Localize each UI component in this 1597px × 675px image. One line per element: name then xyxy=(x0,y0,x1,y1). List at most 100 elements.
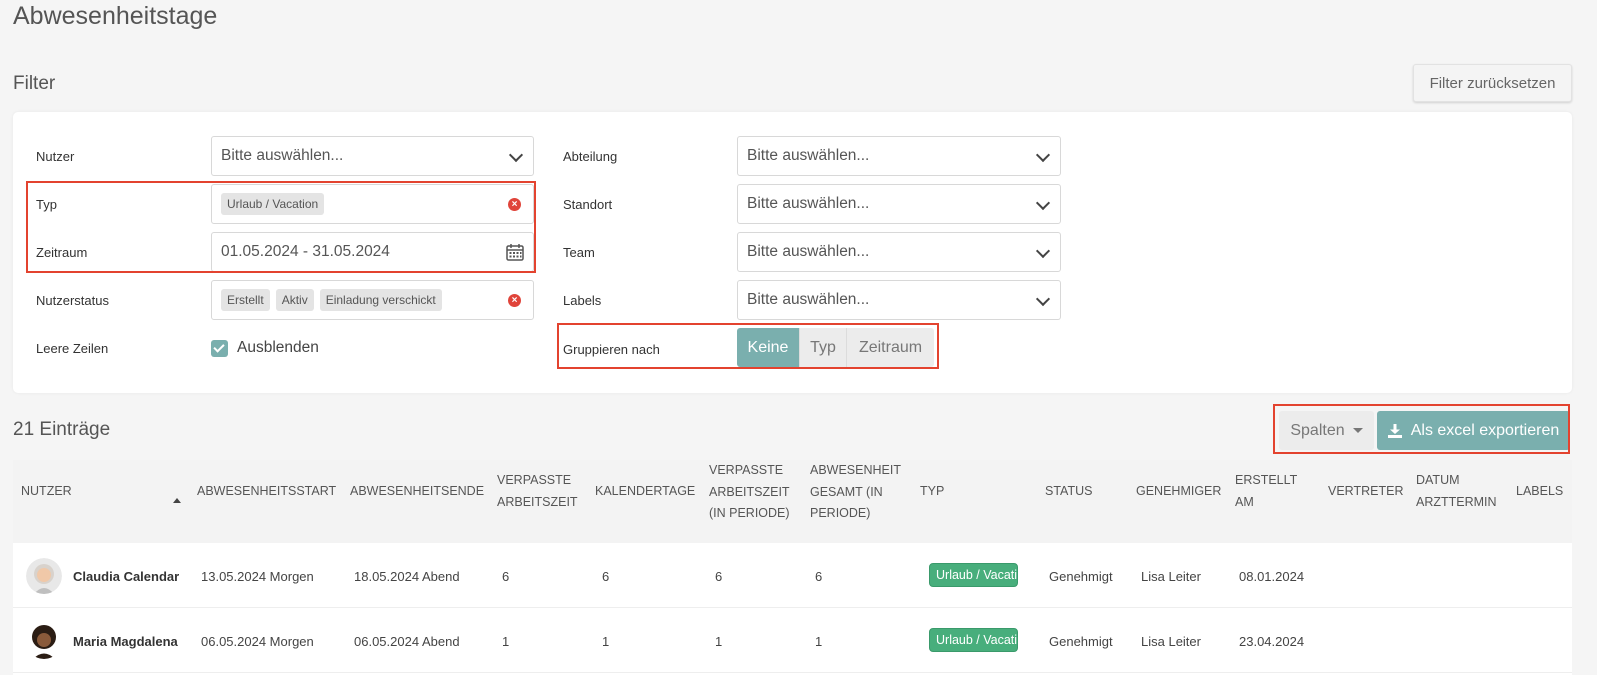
chevron-down-icon xyxy=(1035,147,1051,163)
caret-down-icon xyxy=(1352,428,1363,433)
cell-verpasste: 1 xyxy=(502,634,510,649)
gruppieren-label: Gruppieren nach xyxy=(563,342,660,357)
typ-select[interactable]: Urlaub / Vacation × xyxy=(211,184,534,224)
group-by-zeitraum-button[interactable]: Zeitraum xyxy=(846,328,934,367)
nutzer-select-value: Bitte auswählen... xyxy=(221,147,344,164)
nutzer-label: Nutzer xyxy=(36,149,75,164)
abteilung-label: Abteilung xyxy=(563,149,618,164)
group-by-segmented-control: Keine Typ Zeitraum xyxy=(737,328,934,367)
type-badge: Urlaub / Vacation xyxy=(929,563,1018,587)
nutzerstatus-tag: Einladung verschickt xyxy=(319,289,442,311)
cell-kalendertage: 1 xyxy=(602,634,610,649)
column-header-erstellt[interactable]: Erstellt am xyxy=(1235,470,1297,513)
typ-tag: Urlaub / Vacation xyxy=(221,193,325,215)
standort-label: Standort xyxy=(563,197,613,212)
cell-erstellt: 23.04.2024 xyxy=(1239,634,1305,649)
header-line: Verpasste xyxy=(497,473,572,487)
header-line: Arzttermin xyxy=(1416,494,1497,509)
table-row[interactable]: Maria Magdalena 06.05.2024 Morgen 06.05.… xyxy=(13,608,1572,673)
header-line: Datum xyxy=(1416,473,1460,487)
filter-section-title: Filter xyxy=(13,73,56,94)
column-header-datum-arzttermin[interactable]: Datum Arzttermin xyxy=(1416,470,1497,513)
column-header-gesamt-periode[interactable]: Abwesenheit gesamt (in Periode) xyxy=(810,460,901,525)
labels-select[interactable]: Bitte auswählen... xyxy=(737,280,1061,320)
calendar-icon[interactable] xyxy=(506,243,524,261)
column-header-labels[interactable]: Labels xyxy=(1516,481,1563,503)
header-line: Verpasste xyxy=(709,463,784,477)
leere-zeilen-label: Leere Zeilen xyxy=(36,341,109,356)
team-select[interactable]: Bitte auswählen... xyxy=(737,232,1061,272)
standort-select[interactable]: Bitte auswählen... xyxy=(737,184,1061,224)
cell-ende: 06.05.2024 Abend xyxy=(354,634,460,649)
abteilung-select[interactable]: Bitte auswählen... xyxy=(737,136,1061,176)
header-line: Abwesenheit xyxy=(810,463,901,477)
page-title: Abwesenheitstage xyxy=(13,2,218,30)
nutzer-select[interactable]: Bitte auswählen... xyxy=(211,136,534,176)
column-header-genehmiger[interactable]: Genehmiger xyxy=(1136,481,1221,503)
group-by-keine-button[interactable]: Keine xyxy=(737,328,799,367)
entries-count: 21 Einträge xyxy=(13,419,111,440)
team-select-value: Bitte auswählen... xyxy=(747,243,870,260)
standort-select-value: Bitte auswählen... xyxy=(747,195,870,212)
absence-table: Nutzer Abwesenheitsstart Abwesenheitsend… xyxy=(13,460,1572,675)
column-header-verpasste-periode[interactable]: Verpasste Arbeitszeit (in Periode) xyxy=(709,460,790,525)
header-line: Periode) xyxy=(810,506,871,520)
team-label: Team xyxy=(563,245,595,260)
user-name[interactable]: Claudia Calendar xyxy=(73,569,179,584)
nutzerstatus-tag: Erstellt xyxy=(221,289,270,311)
cell-genehmiger: Lisa Leiter xyxy=(1141,634,1201,649)
header-line: Arbeitszeit xyxy=(709,484,790,499)
cell-status: Genehmigt xyxy=(1049,569,1113,584)
type-badge: Urlaub / Vacation xyxy=(929,628,1018,652)
download-icon xyxy=(1387,423,1402,438)
cell-start: 13.05.2024 Morgen xyxy=(201,569,314,584)
nutzerstatus-select[interactable]: Erstellt Aktiv Einladung verschickt × xyxy=(211,280,534,320)
avatar xyxy=(26,558,62,594)
group-by-typ-button[interactable]: Typ xyxy=(799,328,846,367)
column-header-typ[interactable]: Typ xyxy=(920,481,944,503)
cell-genehmiger: Lisa Leiter xyxy=(1141,569,1201,584)
chevron-down-icon xyxy=(1035,291,1051,307)
header-line: am xyxy=(1235,494,1254,509)
zeitraum-input[interactable]: 01.05.2024 - 31.05.2024 xyxy=(211,232,534,272)
column-header-kalendertage[interactable]: Kalendertage xyxy=(595,481,695,503)
columns-button-label: Spalten xyxy=(1290,421,1345,439)
column-header-status[interactable]: Status xyxy=(1045,481,1092,503)
cell-verpasste-periode: 6 xyxy=(715,569,723,584)
export-button-label: Als excel exportieren xyxy=(1410,421,1560,439)
column-header-start[interactable]: Abwesenheitsstart xyxy=(197,481,336,503)
column-header-ende[interactable]: Abwesenheitsende xyxy=(350,481,484,503)
cell-status: Genehmigt xyxy=(1049,634,1113,649)
abteilung-select-value: Bitte auswählen... xyxy=(747,147,870,164)
zeitraum-label: Zeitraum xyxy=(36,245,88,260)
user-name[interactable]: Maria Magdalena xyxy=(73,634,178,649)
cell-erstellt: 08.01.2024 xyxy=(1239,569,1305,584)
header-line: gesamt (in xyxy=(810,484,883,499)
zeitraum-value: 01.05.2024 - 31.05.2024 xyxy=(221,243,390,260)
avatar xyxy=(26,623,62,659)
cell-verpasste: 6 xyxy=(502,569,510,584)
cell-gesamt-periode: 1 xyxy=(815,634,823,649)
clear-icon[interactable]: × xyxy=(508,294,521,307)
nutzerstatus-tag: Aktiv xyxy=(275,289,314,311)
export-excel-button[interactable]: Als excel exportieren xyxy=(1377,411,1570,450)
header-line: (in Periode) xyxy=(709,506,790,520)
chevron-down-icon xyxy=(1035,195,1051,211)
nutzerstatus-label: Nutzerstatus xyxy=(36,293,109,308)
table-row[interactable]: Claudia Calendar 13.05.2024 Morgen 18.05… xyxy=(13,543,1572,608)
labels-select-value: Bitte auswählen... xyxy=(747,291,870,308)
header-line: Arbeitszeit xyxy=(497,494,578,509)
chevron-down-icon xyxy=(1035,243,1051,259)
column-header-verpasste[interactable]: Verpasste Arbeitszeit xyxy=(497,470,578,513)
ausblenden-label: Ausblenden xyxy=(237,339,319,356)
column-header-nutzer[interactable]: Nutzer xyxy=(21,481,72,503)
clear-icon[interactable]: × xyxy=(508,198,521,211)
labels-label: Labels xyxy=(563,293,602,308)
header-line: Erstellt xyxy=(1235,473,1298,487)
column-header-vertreter[interactable]: Vertreter xyxy=(1328,481,1403,503)
columns-dropdown-button[interactable]: Spalten xyxy=(1279,411,1374,450)
reset-filter-button[interactable]: Filter zurücksetzen xyxy=(1413,64,1572,102)
ausblenden-checkbox[interactable] xyxy=(211,340,228,357)
sort-ascending-icon[interactable] xyxy=(173,498,181,503)
cell-ende: 18.05.2024 Abend xyxy=(354,569,460,584)
